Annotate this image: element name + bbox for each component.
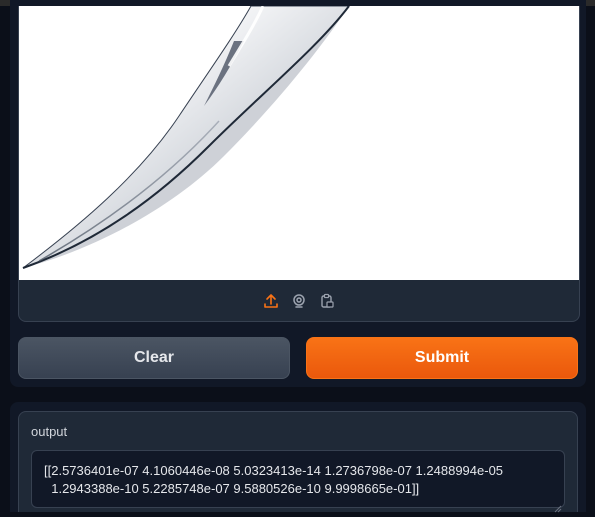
image-source-toolbar [19,288,579,314]
submit-button[interactable]: Submit [306,337,578,379]
clear-button[interactable]: Clear [18,337,290,379]
output-label: output [31,424,68,439]
knife-image [22,6,350,269]
clipboard-icon[interactable] [318,292,336,310]
resize-grip-icon[interactable] [554,498,562,513]
webcam-icon[interactable] [290,292,308,310]
image-input[interactable] [18,6,580,322]
upload-icon[interactable] [262,292,280,310]
output-textbox[interactable]: [[2.5736401e-07 4.1060446e-08 5.0323413e… [31,450,565,508]
image-preview [19,6,579,280]
